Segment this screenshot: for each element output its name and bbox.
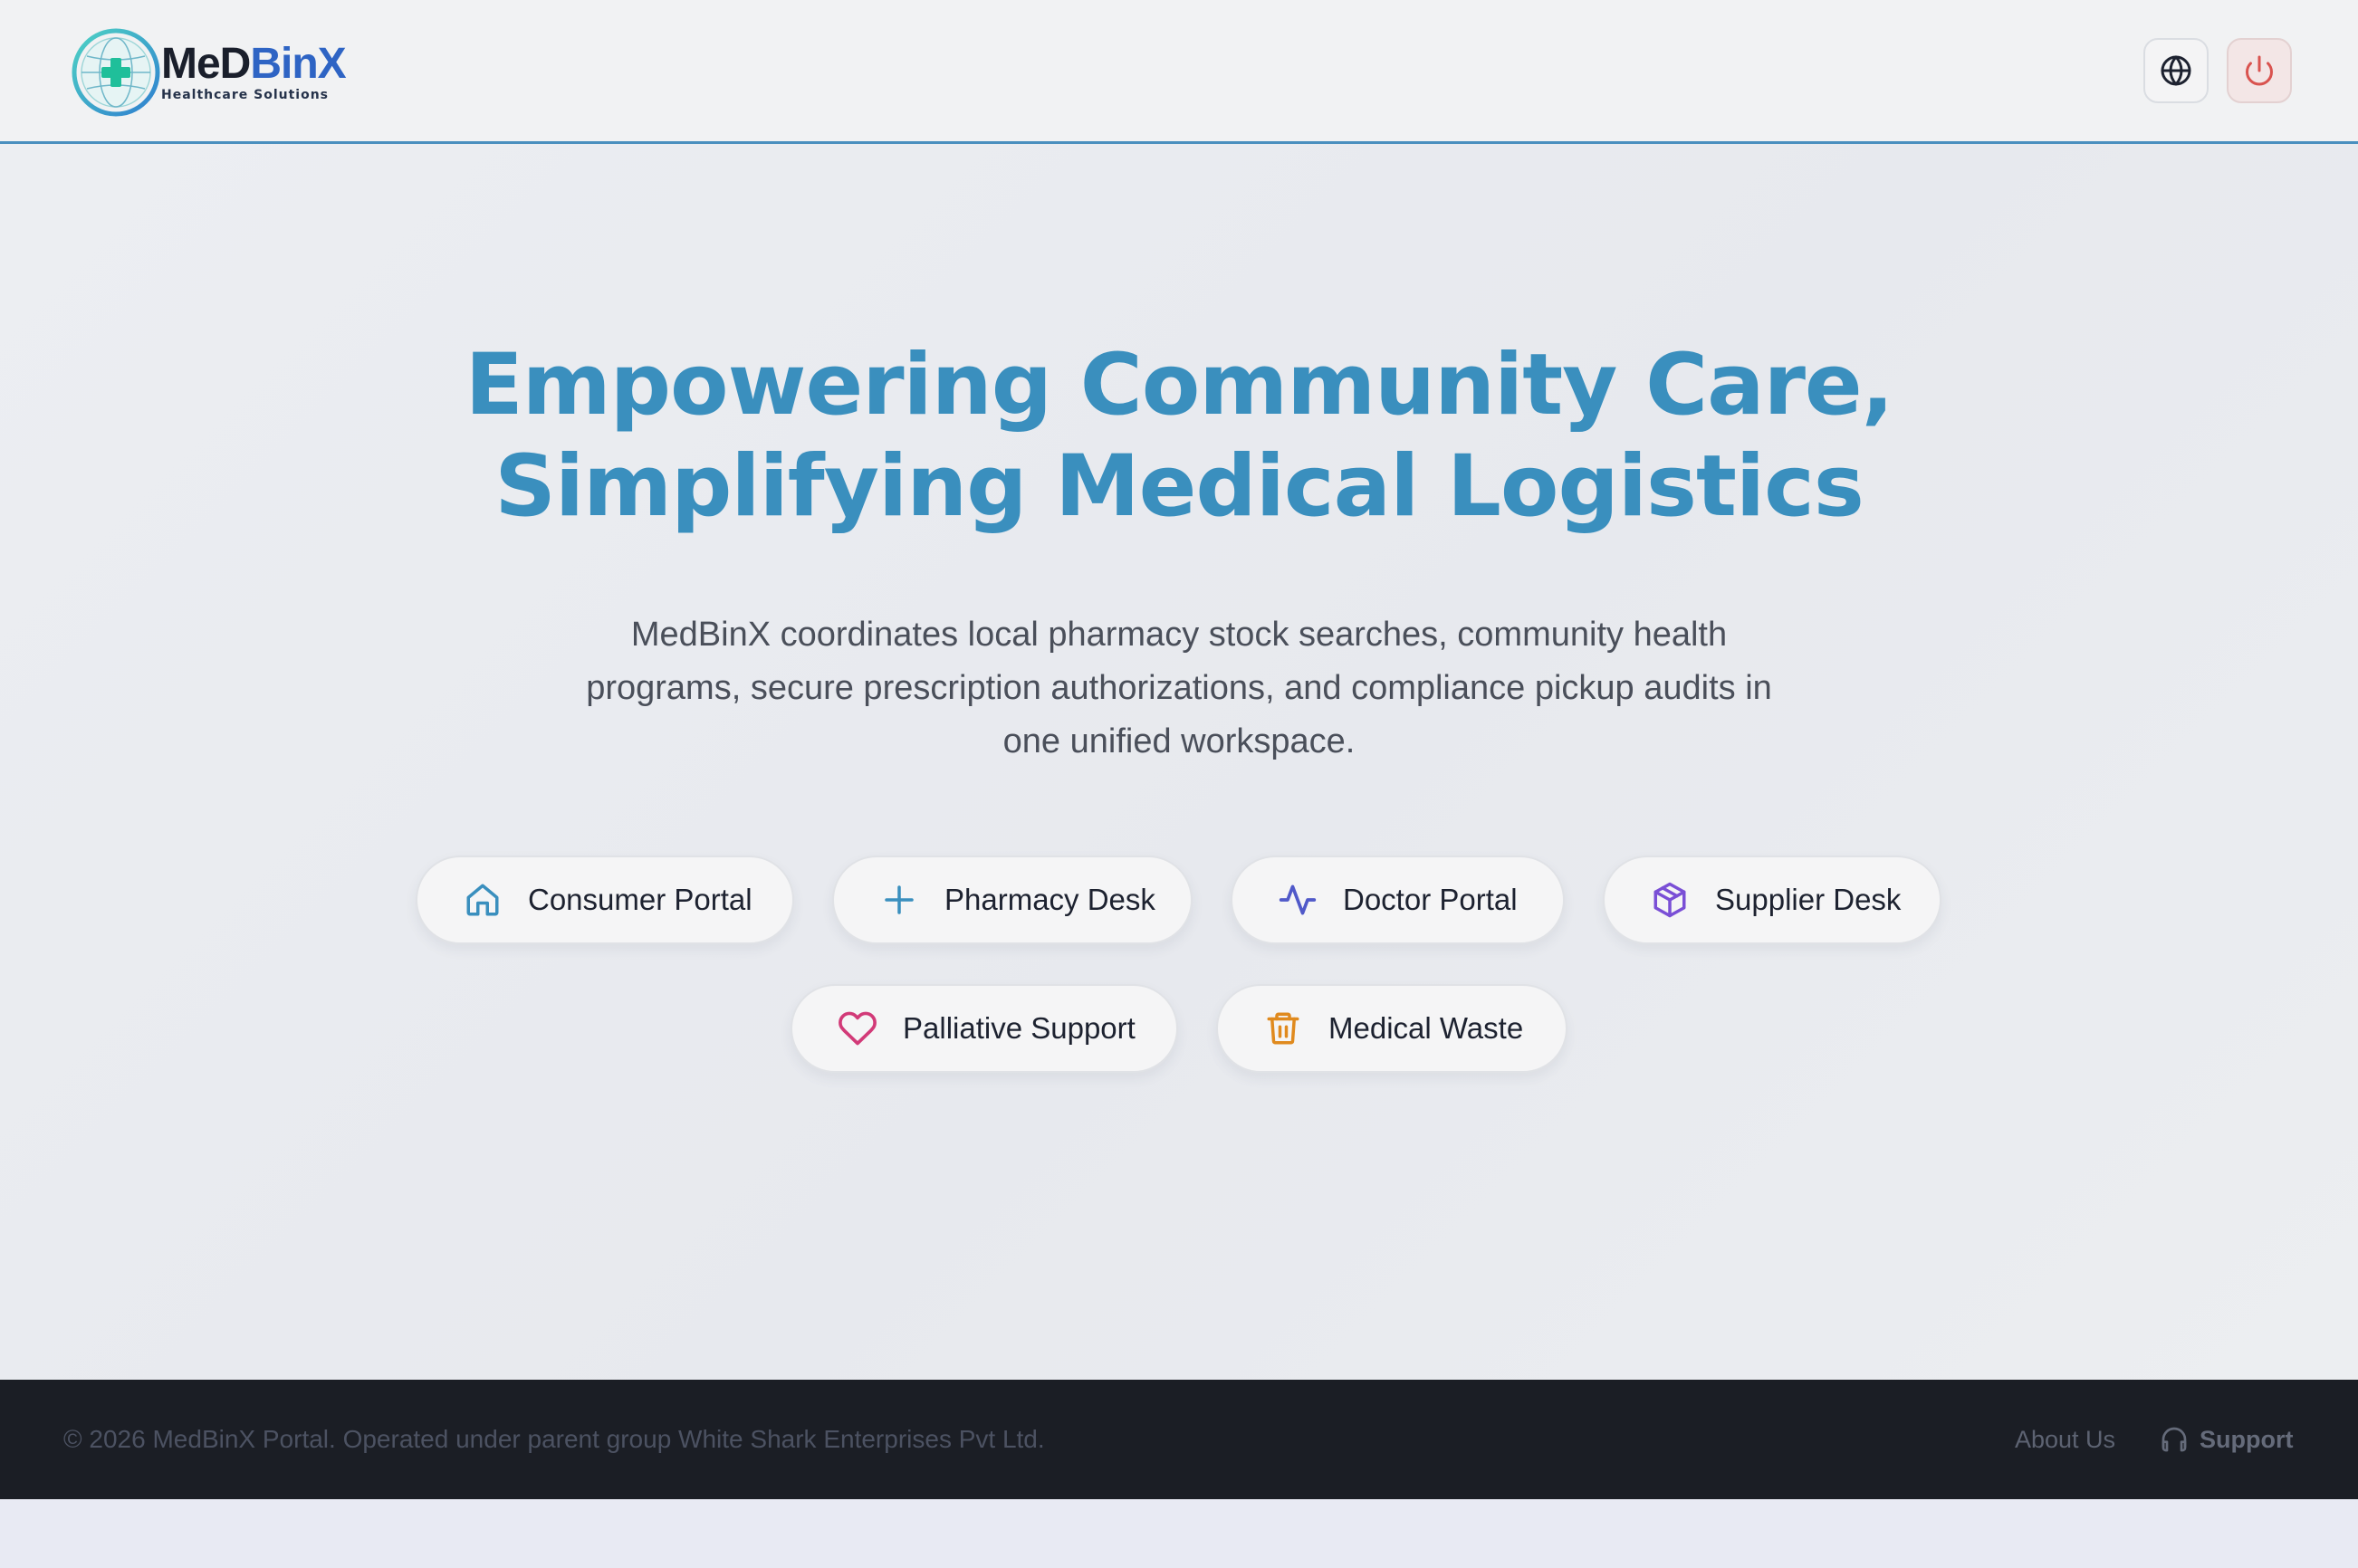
app-frame: MeDBinX Healthcare Solutions Empowering …: [0, 0, 2358, 1568]
supplier-desk-button[interactable]: Supplier Desk: [1603, 856, 1941, 944]
copyright-text: © 2026 MedBinX Portal. Operated under pa…: [63, 1425, 1045, 1453]
palliative-support-button[interactable]: Palliative Support: [791, 984, 1178, 1073]
hero-title: Empowering Community Care, Simplifying M…: [0, 335, 2358, 538]
plus-icon: [879, 880, 919, 920]
hero-title-line1: Empowering Community Care,: [465, 336, 1894, 435]
globe-icon: [2161, 55, 2191, 86]
support-link[interactable]: Support: [2160, 1380, 2293, 1499]
brand-text: MeDBinX Healthcare Solutions: [161, 40, 347, 103]
supplier-desk-label: Supplier Desk: [1715, 883, 1902, 916]
bottom-band: [0, 1499, 2358, 1568]
hero-title-line2: Simplifying Medical Logistics: [494, 437, 1864, 536]
logout-button[interactable]: [2227, 38, 2292, 103]
brand-name-part2: BinX: [250, 40, 346, 88]
hero-description: MedBinX coordinates local pharmacy stock…: [586, 616, 1772, 760]
medical-waste-label: Medical Waste: [1328, 1011, 1524, 1045]
top-header: MeDBinX Healthcare Solutions: [0, 0, 2358, 144]
brand-name-part1: MeD: [161, 40, 251, 88]
brand-logo[interactable]: MeDBinX Healthcare Solutions: [71, 27, 347, 118]
page-footer: © 2026 MedBinX Portal. Operated under pa…: [0, 1380, 2358, 1499]
doctor-portal-label: Doctor Portal: [1343, 883, 1518, 916]
consumer-portal-label: Consumer Portal: [528, 883, 752, 916]
activity-icon: [1278, 880, 1318, 920]
package-icon: [1650, 880, 1690, 920]
headset-icon: [2162, 1427, 2187, 1452]
heart-icon: [838, 1009, 877, 1048]
brand-name: MeDBinX: [161, 40, 347, 88]
doctor-portal-button[interactable]: Doctor Portal: [1231, 856, 1565, 944]
globe-cross-logo-icon: [72, 28, 160, 117]
home-icon: [463, 880, 503, 920]
medical-waste-button[interactable]: Medical Waste: [1216, 984, 1567, 1073]
about-us-link[interactable]: About Us: [2015, 1380, 2115, 1499]
support-label: Support: [2200, 1425, 2294, 1453]
power-icon: [2246, 55, 2273, 86]
pharmacy-desk-label: Pharmacy Desk: [944, 883, 1155, 916]
brand-tagline: Healthcare Solutions: [161, 88, 330, 102]
pharmacy-desk-button[interactable]: Pharmacy Desk: [832, 856, 1193, 944]
language-button[interactable]: [2143, 38, 2209, 103]
palliative-support-label: Palliative Support: [903, 1011, 1136, 1045]
consumer-portal-button[interactable]: Consumer Portal: [416, 856, 794, 944]
trash-icon: [1263, 1009, 1303, 1048]
